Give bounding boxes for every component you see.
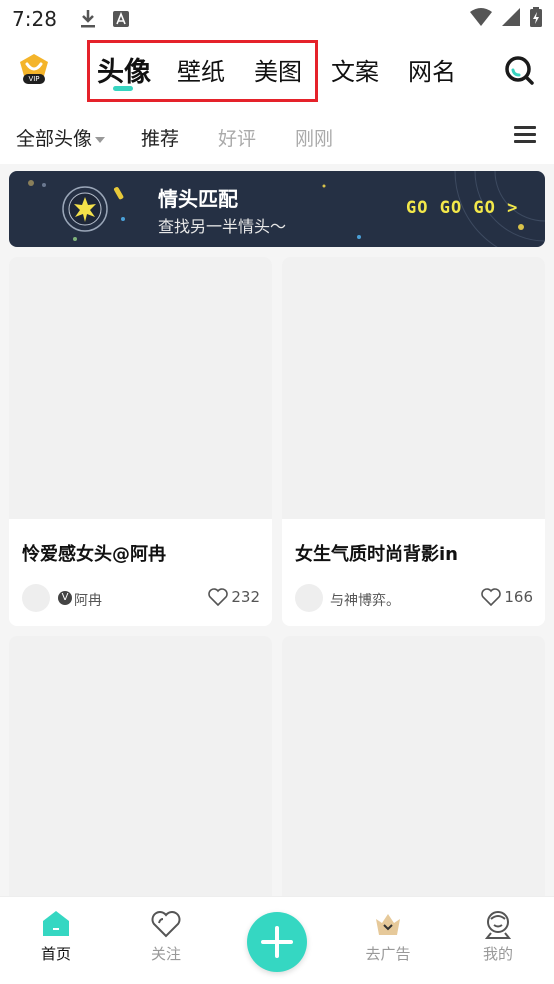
tab-pictures[interactable]: 美图 (254, 52, 302, 87)
banner-title: 情头匹配 (158, 187, 238, 211)
verified-icon: V (58, 591, 72, 605)
top-nav: VIP 头像 壁纸 美图 文案 网名 (0, 38, 554, 106)
nav-following-label: 关注 (150, 945, 181, 963)
nav-profile-label: 我的 (482, 945, 513, 963)
card-footer: V 阿冉 232 (22, 583, 260, 613)
card-title: 女生气质时尚背影in (295, 544, 458, 565)
sub-nav: 全部头像 推荐 好评 刚刚 (0, 106, 554, 164)
author-name[interactable]: 阿冉 (74, 590, 102, 610)
card-footer: 与神博弈。 166 (295, 583, 533, 613)
filter-recommended[interactable]: 推荐 (141, 124, 179, 151)
tab-avatar[interactable]: 头像 (97, 50, 151, 89)
like-count: 232 (231, 588, 260, 606)
tab-nickname[interactable]: 网名 (408, 52, 456, 87)
menu-icon[interactable] (514, 126, 536, 144)
nav-following[interactable]: 关注 (126, 909, 206, 964)
status-bar: 7:28 (0, 0, 554, 38)
heart-icon (208, 588, 229, 606)
feed-card-image-loading[interactable] (282, 636, 545, 906)
feed-card-image-loading[interactable] (9, 636, 272, 906)
like-button[interactable]: 232 (208, 588, 260, 606)
heart-outline-icon (151, 911, 181, 938)
card-image[interactable] (9, 257, 272, 519)
plus-icon (261, 926, 293, 958)
like-count: 166 (504, 588, 533, 606)
banner-cta[interactable]: GO GO GO > (406, 198, 518, 218)
vip-label: VIP (28, 75, 40, 83)
profile-icon (484, 911, 512, 939)
like-button[interactable]: 166 (481, 588, 533, 606)
battery-icon (530, 7, 542, 31)
wifi-icon (470, 8, 492, 30)
nav-remove-ads[interactable]: 去广告 (348, 909, 428, 964)
home-icon (43, 911, 69, 936)
feed-card[interactable]: 女生气质时尚背影in 与神博弈。 166 (282, 257, 545, 626)
signal-icon (502, 8, 520, 30)
crown-icon (376, 914, 400, 935)
filter-all-avatars-label: 全部头像 (16, 128, 93, 150)
avatar[interactable] (295, 584, 323, 612)
feed-card[interactable]: 怜爱感女头@阿冉 V 阿冉 232 (9, 257, 272, 626)
tab-copywriting[interactable]: 文案 (331, 52, 379, 87)
nav-remove-ads-label: 去广告 (365, 945, 411, 963)
search-icon (505, 56, 534, 85)
couple-avatar-banner[interactable]: 情头匹配 查找另一半情头～ GO GO GO > (9, 171, 545, 247)
download-icon (79, 9, 97, 29)
filter-all-avatars[interactable]: 全部头像 (16, 124, 106, 151)
banner-subtitle: 查找另一半情头～ (158, 217, 287, 236)
vip-badge[interactable]: VIP (16, 52, 52, 88)
heart-icon (481, 588, 502, 606)
status-time: 7:28 (12, 7, 57, 31)
tab-wallpaper[interactable]: 壁纸 (177, 52, 225, 87)
search-button[interactable] (503, 54, 535, 86)
create-post-button[interactable] (247, 912, 307, 972)
filter-top-rated[interactable]: 好评 (218, 124, 256, 151)
active-tab-indicator (113, 86, 133, 91)
nav-profile[interactable]: 我的 (458, 909, 538, 964)
chevron-down-icon (95, 136, 106, 143)
card-title: 怜爱感女头@阿冉 (22, 544, 166, 565)
bottom-nav: 首页 关注 去广告 我的 (0, 896, 554, 984)
card-image[interactable] (282, 257, 545, 519)
nav-home-label: 首页 (40, 945, 71, 963)
avatar[interactable] (22, 584, 50, 612)
filter-latest[interactable]: 刚刚 (295, 124, 333, 151)
author-name[interactable]: 与神博弈。 (330, 590, 400, 610)
nav-home[interactable]: 首页 (16, 909, 96, 964)
font-app-icon (112, 11, 129, 27)
